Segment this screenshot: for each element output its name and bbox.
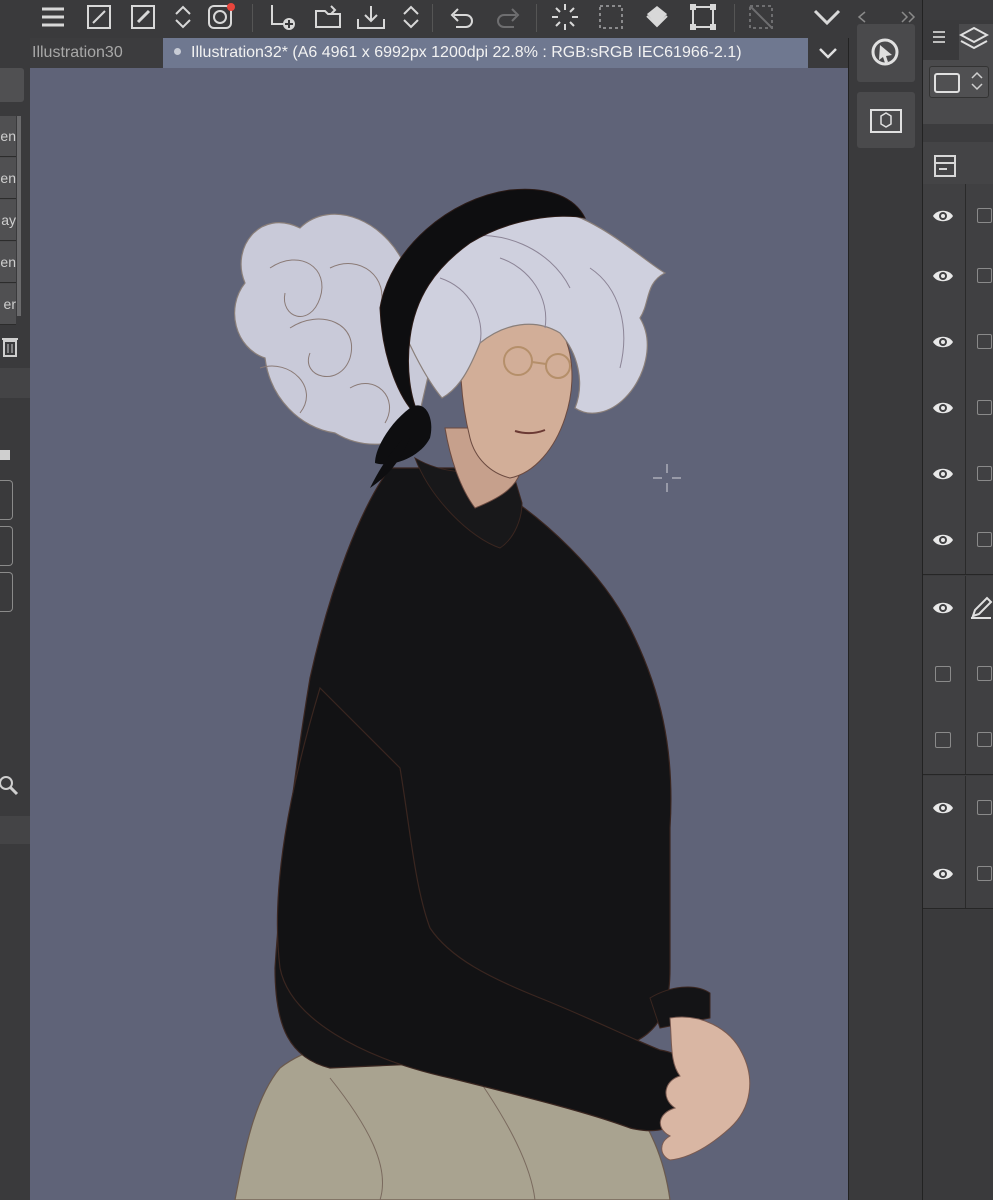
resize-icon[interactable] — [82, 2, 116, 32]
eye-icon[interactable] — [932, 332, 954, 352]
item-label: en — [0, 254, 16, 270]
layer-panel-empty — [923, 910, 993, 1200]
layer-panel-tabs — [923, 20, 993, 60]
document-tab-bar: Illustration30 Illustration32* (A6 4961 … — [0, 38, 848, 68]
tab-label: Illustration30 — [32, 44, 123, 61]
character-illustration — [234, 188, 751, 1200]
layer-row[interactable] — [923, 184, 993, 251]
navigator-icon — [871, 38, 899, 66]
layer-row-active[interactable] — [923, 576, 993, 643]
eye-icon[interactable] — [932, 398, 954, 418]
panel-divider — [0, 368, 30, 398]
drawing-canvas[interactable] — [30, 68, 848, 1200]
layer-checkbox[interactable] — [977, 268, 992, 283]
eye-icon[interactable] — [932, 464, 954, 484]
3d-object-button[interactable] — [857, 92, 915, 148]
layer-checkbox[interactable] — [977, 800, 992, 815]
chevron-down-icon[interactable] — [808, 38, 848, 68]
visibility-checkbox[interactable] — [935, 732, 951, 748]
layers-icon — [958, 26, 990, 50]
layer-checkbox[interactable] — [977, 466, 992, 481]
layer-checkbox[interactable] — [977, 866, 992, 881]
visibility-checkbox[interactable] — [935, 666, 951, 682]
layer-row[interactable] — [923, 842, 993, 909]
eyedropper-icon[interactable] — [126, 2, 160, 32]
eye-icon[interactable] — [932, 266, 954, 286]
rect-icon — [934, 73, 960, 93]
top-toolbar — [0, 0, 993, 39]
layer-checkbox[interactable] — [977, 532, 992, 547]
scrollbar[interactable] — [17, 116, 21, 316]
box-folder-icon — [870, 109, 902, 133]
eye-icon[interactable] — [932, 798, 954, 818]
layer-row[interactable] — [923, 376, 993, 443]
chevron-down-icon[interactable] — [810, 2, 844, 32]
menu-icon[interactable] — [36, 2, 70, 32]
undo-icon[interactable] — [444, 2, 478, 32]
item-label: er — [3, 296, 16, 312]
chevron-updown-icon[interactable] — [394, 2, 428, 32]
export-icon[interactable] — [354, 2, 388, 32]
square-icon — [0, 450, 10, 460]
eye-icon[interactable] — [932, 206, 954, 226]
layer-row[interactable] — [923, 776, 993, 843]
eye-icon[interactable] — [932, 598, 954, 618]
layer-checkbox[interactable] — [977, 666, 992, 681]
list-item[interactable]: en — [0, 116, 16, 157]
layer-row[interactable] — [923, 508, 993, 575]
search-icon[interactable] — [0, 773, 20, 799]
unsaved-dot-icon — [174, 48, 181, 56]
pen-icon — [971, 596, 993, 619]
layers-tab[interactable] — [958, 24, 993, 60]
brush-list: en en ay en er — [0, 116, 16, 325]
list-item[interactable]: en — [0, 158, 16, 199]
item-label: en — [0, 128, 16, 144]
tab-illustration32[interactable]: Illustration32* (A6 4961 x 6992px 1200dp… — [163, 38, 808, 68]
transform-icon[interactable] — [686, 2, 720, 32]
tool-button[interactable] — [0, 480, 13, 520]
blend-mode-select[interactable] — [929, 66, 989, 98]
fill-bucket-icon[interactable] — [640, 2, 674, 32]
list-item[interactable]: er — [0, 284, 16, 325]
selection-sparkle-icon[interactable] — [548, 2, 582, 32]
panel-button[interactable] — [0, 68, 24, 102]
layer-checkbox[interactable] — [977, 208, 992, 223]
tool-button[interactable] — [0, 572, 13, 612]
panel-divider — [0, 816, 30, 844]
new-layer-icon[interactable] — [264, 2, 298, 32]
panel-menu-icon[interactable] — [931, 30, 947, 49]
list-item[interactable]: ay — [0, 200, 16, 241]
eye-icon[interactable] — [932, 864, 954, 884]
tool-button[interactable] — [0, 526, 13, 566]
tab-illustration30[interactable]: Illustration30 — [30, 38, 164, 68]
trash-icon[interactable] — [0, 334, 22, 360]
layer-row[interactable] — [923, 442, 993, 509]
left-tool-panel: en en ay en er — [0, 68, 31, 1200]
layer-checkbox[interactable] — [977, 400, 992, 415]
layer-row[interactable] — [923, 708, 993, 775]
item-label: en — [0, 170, 16, 186]
eye-icon[interactable] — [932, 530, 954, 550]
list-item[interactable]: en — [0, 242, 16, 283]
folder-open-icon[interactable] — [312, 2, 346, 32]
layer-panel — [922, 0, 993, 1200]
spiral-icon[interactable] — [204, 2, 238, 32]
layer-row[interactable] — [923, 244, 993, 311]
tab-label: Illustration32* (A6 4961 x 6992px 1200dp… — [191, 44, 742, 61]
crop-icon[interactable] — [744, 2, 778, 32]
chevron-updown-icon[interactable] — [166, 2, 200, 32]
layer-property-icon — [934, 155, 956, 177]
navigator-button[interactable] — [857, 24, 915, 82]
navigator-panel — [848, 24, 923, 1200]
redo-icon[interactable] — [492, 2, 526, 32]
layer-checkbox[interactable] — [977, 334, 992, 349]
blend-mode-area — [923, 60, 993, 124]
chevron-updown-icon — [971, 71, 983, 91]
item-label: ay — [1, 212, 16, 228]
layer-row[interactable] — [923, 642, 993, 709]
layer-checkbox[interactable] — [977, 732, 992, 747]
dashed-rect-icon[interactable] — [594, 2, 628, 32]
layer-row[interactable] — [923, 310, 993, 377]
layer-property-bar — [923, 142, 993, 190]
